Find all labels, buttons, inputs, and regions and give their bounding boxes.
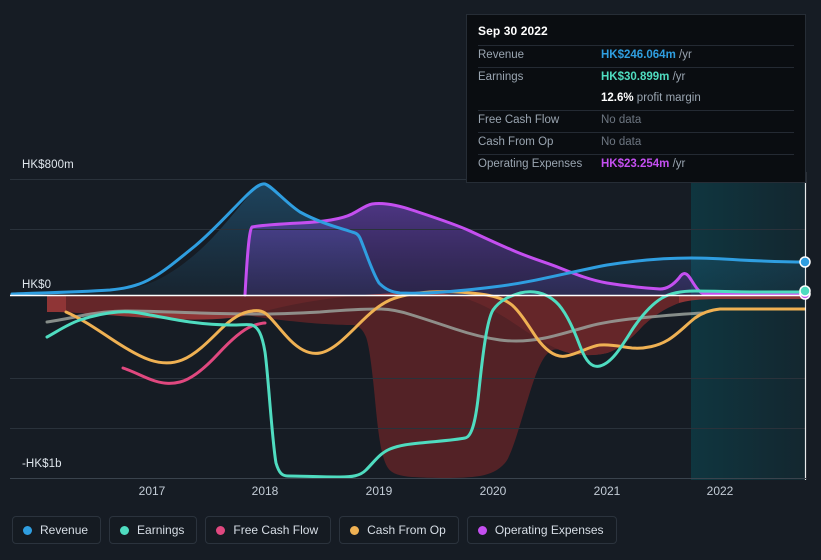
tooltip-label-operating-expenses: Operating Expenses [478,158,583,170]
chart-tooltip: Sep 30 2022 Revenue HK$246.064m /yr Earn… [466,14,806,183]
tooltip-row-operating-expenses: Operating Expenses HK$23.254m /yr [478,154,794,176]
tooltip-date: Sep 30 2022 [478,24,548,38]
tooltip-amount-earnings: HK$30.899m [601,71,670,83]
x-axis-label-2021: 2021 [593,484,621,498]
tooltip-value-free-cash-flow: No data [601,114,642,126]
chart-legend: Revenue Earnings Free Cash Flow Cash Fro… [12,516,617,544]
tooltip-row-free-cash-flow: Free Cash Flow No data [478,110,794,132]
tooltip-row-profit-margin: 12.6% profit margin [478,89,794,110]
x-axis-label-2020: 2020 [479,484,507,498]
y-axis-label-1: HK$0 [22,279,52,291]
legend-dot-cash-from-op [350,525,360,535]
x-axis-label-2017: 2017 [138,484,166,498]
legend-dot-earnings [120,525,130,535]
tooltip-row-revenue: Revenue HK$246.064m /yr [478,45,794,67]
x-axis-label-2018: 2018 [251,484,279,498]
legend-item-earnings[interactable]: Earnings [109,516,198,544]
tooltip-amount-profit-margin: 12.6% [601,92,634,104]
x-axis-label-2022: 2022 [706,484,734,498]
legend-label-earnings: Earnings [137,523,185,537]
tooltip-unit-operating-expenses: /yr [669,158,686,170]
tooltip-amount-revenue: HK$246.064m [601,49,676,61]
tooltip-amount-operating-expenses: HK$23.254m [601,158,670,170]
tooltip-unit-profit-margin: profit margin [633,92,701,104]
legend-item-cash-from-op[interactable]: Cash From Op [339,516,459,544]
legend-item-free-cash-flow[interactable]: Free Cash Flow [205,516,332,544]
legend-dot-free-cash-flow [216,525,226,535]
forecast-region [691,172,806,480]
tooltip-value-operating-expenses: HK$23.254m /yr [601,158,685,170]
tooltip-value-cash-from-op: No data [601,136,642,148]
legend-label-free-cash-flow: Free Cash Flow [233,523,319,537]
tooltip-value-earnings: HK$30.899m /yr [601,71,685,83]
tooltip-label-revenue: Revenue [478,49,525,61]
tooltip-unit-earnings: /yr [669,71,686,83]
tooltip-unit-revenue: /yr [675,49,692,61]
legend-label-operating-expenses: Operating Expenses [494,523,604,537]
legend-item-operating-expenses[interactable]: Operating Expenses [466,516,617,544]
legend-label-revenue: Revenue [40,523,89,537]
tooltip-label-cash-from-op: Cash From Op [478,136,554,148]
x-axis-label-2019: 2019 [365,484,393,498]
earnings-deep-area [66,296,679,478]
tooltip-value-profit-margin: 12.6% profit margin [601,92,701,104]
legend-item-revenue[interactable]: Revenue [12,516,102,544]
tooltip-row-cash-from-op: Cash From Op No data [478,132,794,154]
tooltip-label-free-cash-flow: Free Cash Flow [478,114,560,126]
tooltip-value-revenue: HK$246.064m /yr [601,49,692,61]
revenue-endpoint-marker [799,256,811,268]
financial-chart: HK$800m HK$0 -HK$1b 2017 2018 2019 2020 … [0,0,821,560]
y-axis-label-0: HK$800m [22,159,74,171]
legend-dot-revenue [23,525,32,535]
legend-dot-operating-expenses [477,525,487,535]
tooltip-row-earnings: Earnings HK$30.899m /yr [478,67,794,89]
tooltip-label-earnings: Earnings [478,71,524,83]
earnings-endpoint-marker [799,285,811,297]
legend-label-cash-from-op: Cash From Op [367,523,446,537]
y-axis-label-2: -HK$1b [22,458,62,470]
